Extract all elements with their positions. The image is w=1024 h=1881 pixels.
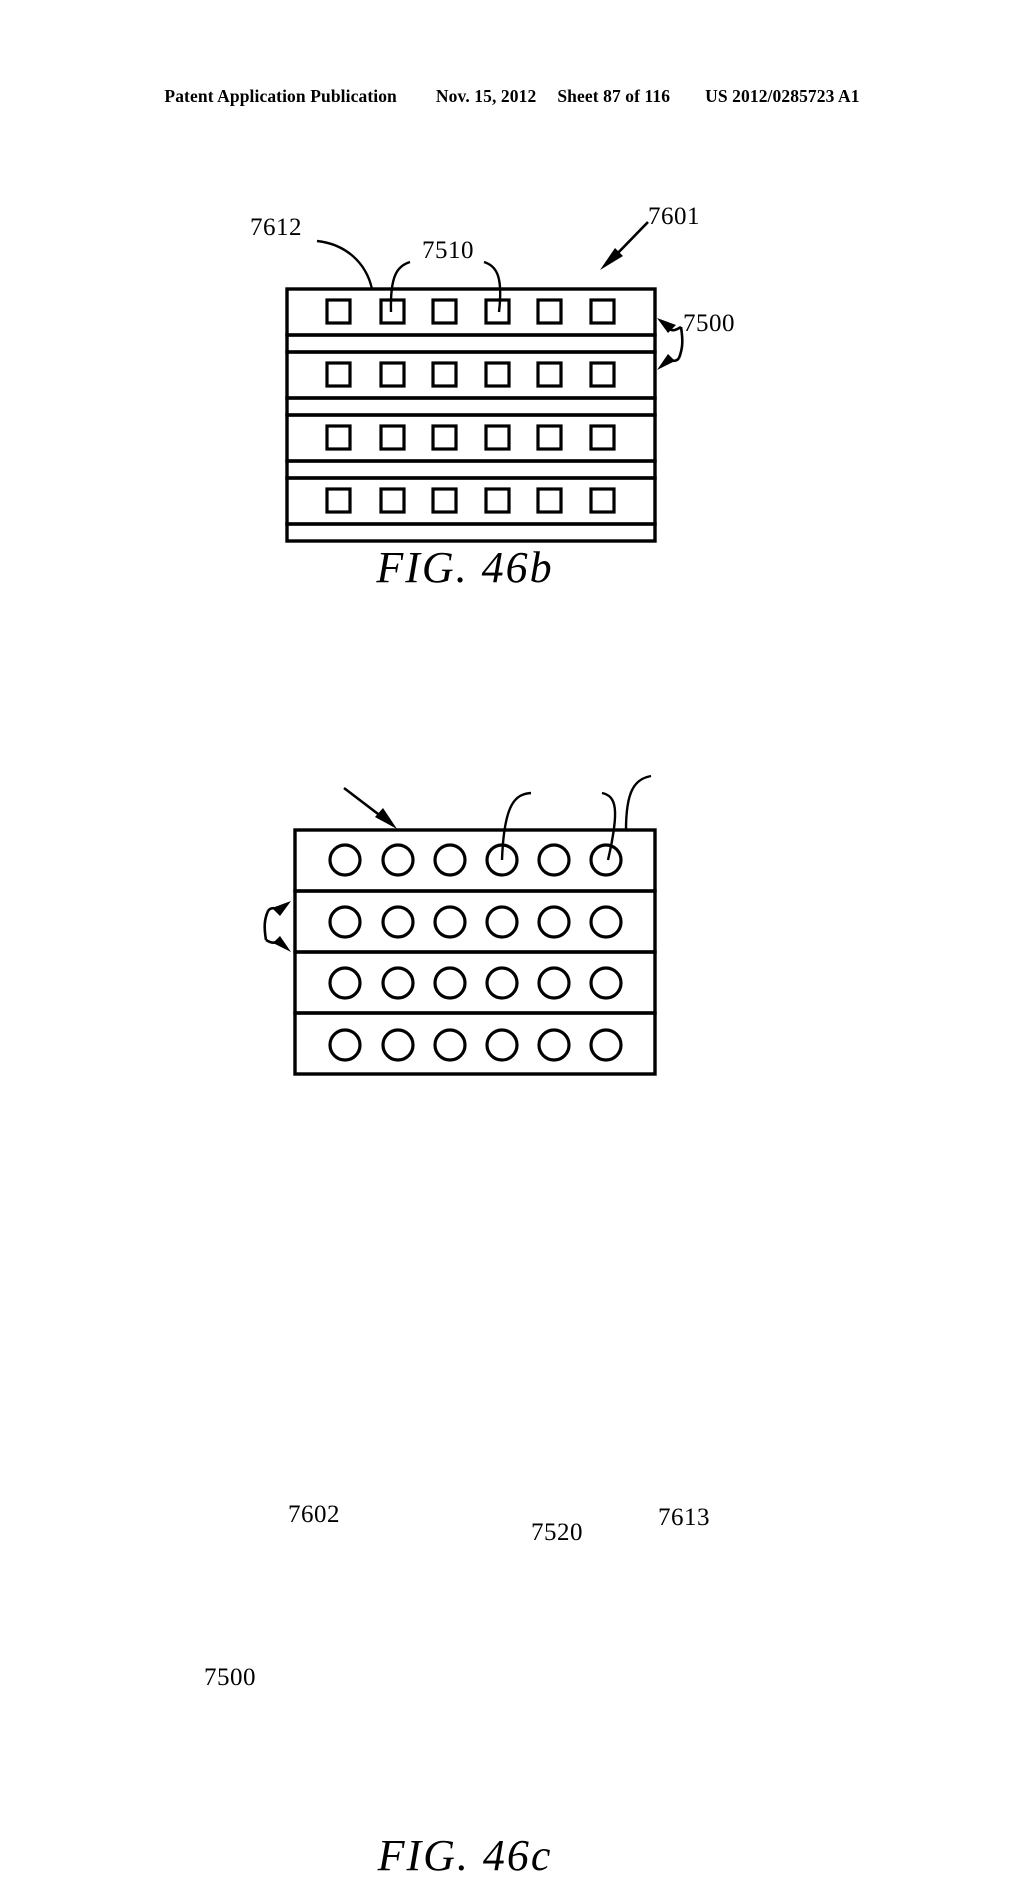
- fig46b-element-square: [379, 361, 406, 388]
- fig46b-stack-body: [285, 287, 657, 543]
- fig46b-element-square: [431, 298, 458, 325]
- fig46c-element-circle: [485, 1028, 519, 1062]
- fig46c-element-circle: [381, 905, 415, 939]
- fig46c-ref-7613: 7613: [658, 1504, 710, 1531]
- fig46c-element-layer-2: [293, 889, 657, 954]
- fig46b-element-square: [484, 424, 511, 451]
- fig46c-element-circle: [537, 966, 571, 1000]
- fig46c-element-circle: [433, 1028, 467, 1062]
- fig46c-element-circle: [589, 905, 623, 939]
- fig46c-element-circle: [381, 966, 415, 1000]
- fig46b-element-square: [536, 298, 563, 325]
- fig46c-element-circle: [328, 843, 362, 877]
- fig46c-element-circle: [381, 1028, 415, 1062]
- fig46b-separator-band-1: [285, 333, 657, 354]
- fig46b-separator-band-3: [285, 459, 657, 480]
- fig46b-ref-7510: 7510: [422, 237, 474, 264]
- fig46c-element-layer-1: [293, 828, 657, 893]
- fig46b-ref-7601: 7601: [648, 203, 700, 230]
- fig46b-element-square: [484, 361, 511, 388]
- fig46b-caption: FIG. 46b: [376, 543, 554, 592]
- fig46b-element-square: [536, 487, 563, 514]
- fig46b-leader-7500: [657, 318, 684, 370]
- fig46c-element-circle: [485, 905, 519, 939]
- fig46b-element-square: [431, 361, 458, 388]
- fig46b-element-square: [589, 424, 616, 451]
- fig46b-element-layer-3: [285, 413, 657, 463]
- fig46c-element-circle: [328, 966, 362, 1000]
- fig46c-caption: FIG. 46c: [377, 1831, 553, 1880]
- fig46c-element-circle: [589, 1028, 623, 1062]
- fig46b-element-square: [379, 487, 406, 514]
- fig46b-element-square: [536, 424, 563, 451]
- fig46b-element-square: [325, 424, 352, 451]
- figure-46b: 7612 7510 7601 7500 FIG. 46b: [0, 0, 1024, 620]
- fig46b-element-square: [589, 298, 616, 325]
- fig46b-ref-7500: 7500: [683, 310, 735, 337]
- fig46b-element-square: [589, 487, 616, 514]
- fig46b-element-grid: [325, 298, 616, 514]
- fig46c-stack-body: [293, 828, 657, 1076]
- fig46c-element-circle: [381, 843, 415, 877]
- figure-46c: 7602 7520 7613 7500 FIG. 46c: [0, 740, 1024, 1880]
- fig46b-element-square: [379, 424, 406, 451]
- fig46c-element-circle: [589, 966, 623, 1000]
- fig46b-leader-7510-left: [389, 260, 411, 313]
- fig46c-element-circle: [485, 966, 519, 1000]
- fig46c-element-circle: [537, 905, 571, 939]
- figure-46b-drawing: [285, 221, 684, 543]
- fig46c-element-circle: [433, 843, 467, 877]
- fig46b-element-square: [484, 487, 511, 514]
- fig46c-leader-7613: [624, 774, 652, 831]
- fig46c-element-circle: [589, 843, 623, 877]
- fig46b-leader-7601: [600, 221, 649, 270]
- fig46b-element-square: [431, 487, 458, 514]
- fig46b-ref-7612: 7612: [250, 214, 302, 241]
- fig46b-element-square: [536, 361, 563, 388]
- fig46c-element-layer-3: [293, 950, 657, 1015]
- fig46b-element-square: [379, 298, 406, 325]
- fig46b-element-square: [325, 487, 352, 514]
- fig46b-element-square: [484, 298, 511, 325]
- fig46c-ref-7602: 7602: [288, 1501, 340, 1528]
- fig46b-element-square: [325, 298, 352, 325]
- fig46b-element-square: [325, 361, 352, 388]
- fig46b-element-layer-2: [285, 350, 657, 400]
- fig46c-leader-7520-left: [500, 791, 532, 861]
- fig46b-element-layer-4: [285, 476, 657, 526]
- fig46c-element-circle: [537, 1028, 571, 1062]
- fig46c-ref-7500: 7500: [204, 1664, 256, 1691]
- fig46c-element-circle: [537, 843, 571, 877]
- fig46c-element-circle: [433, 905, 467, 939]
- fig46b-element-square: [431, 424, 458, 451]
- fig46b-element-layer-1: [285, 287, 657, 337]
- fig46b-leader-7612: [316, 239, 374, 290]
- fig46c-leader-7500: [263, 901, 291, 952]
- fig46b-separator-band-2: [285, 396, 657, 417]
- fig46c-element-circle: [328, 1028, 362, 1062]
- fig46b-element-square: [589, 361, 616, 388]
- fig46b-separator-band-4: [285, 522, 657, 543]
- fig46c-element-layer-4: [293, 1011, 657, 1076]
- fig46c-element-circle: [328, 905, 362, 939]
- fig46c-leader-7520-right: [601, 791, 617, 861]
- fig46c-ref-7520: 7520: [531, 1519, 583, 1546]
- fig46c-element-circle: [433, 966, 467, 1000]
- fig46c-leader-7602: [343, 786, 397, 829]
- figure-46c-drawing: [263, 774, 657, 1076]
